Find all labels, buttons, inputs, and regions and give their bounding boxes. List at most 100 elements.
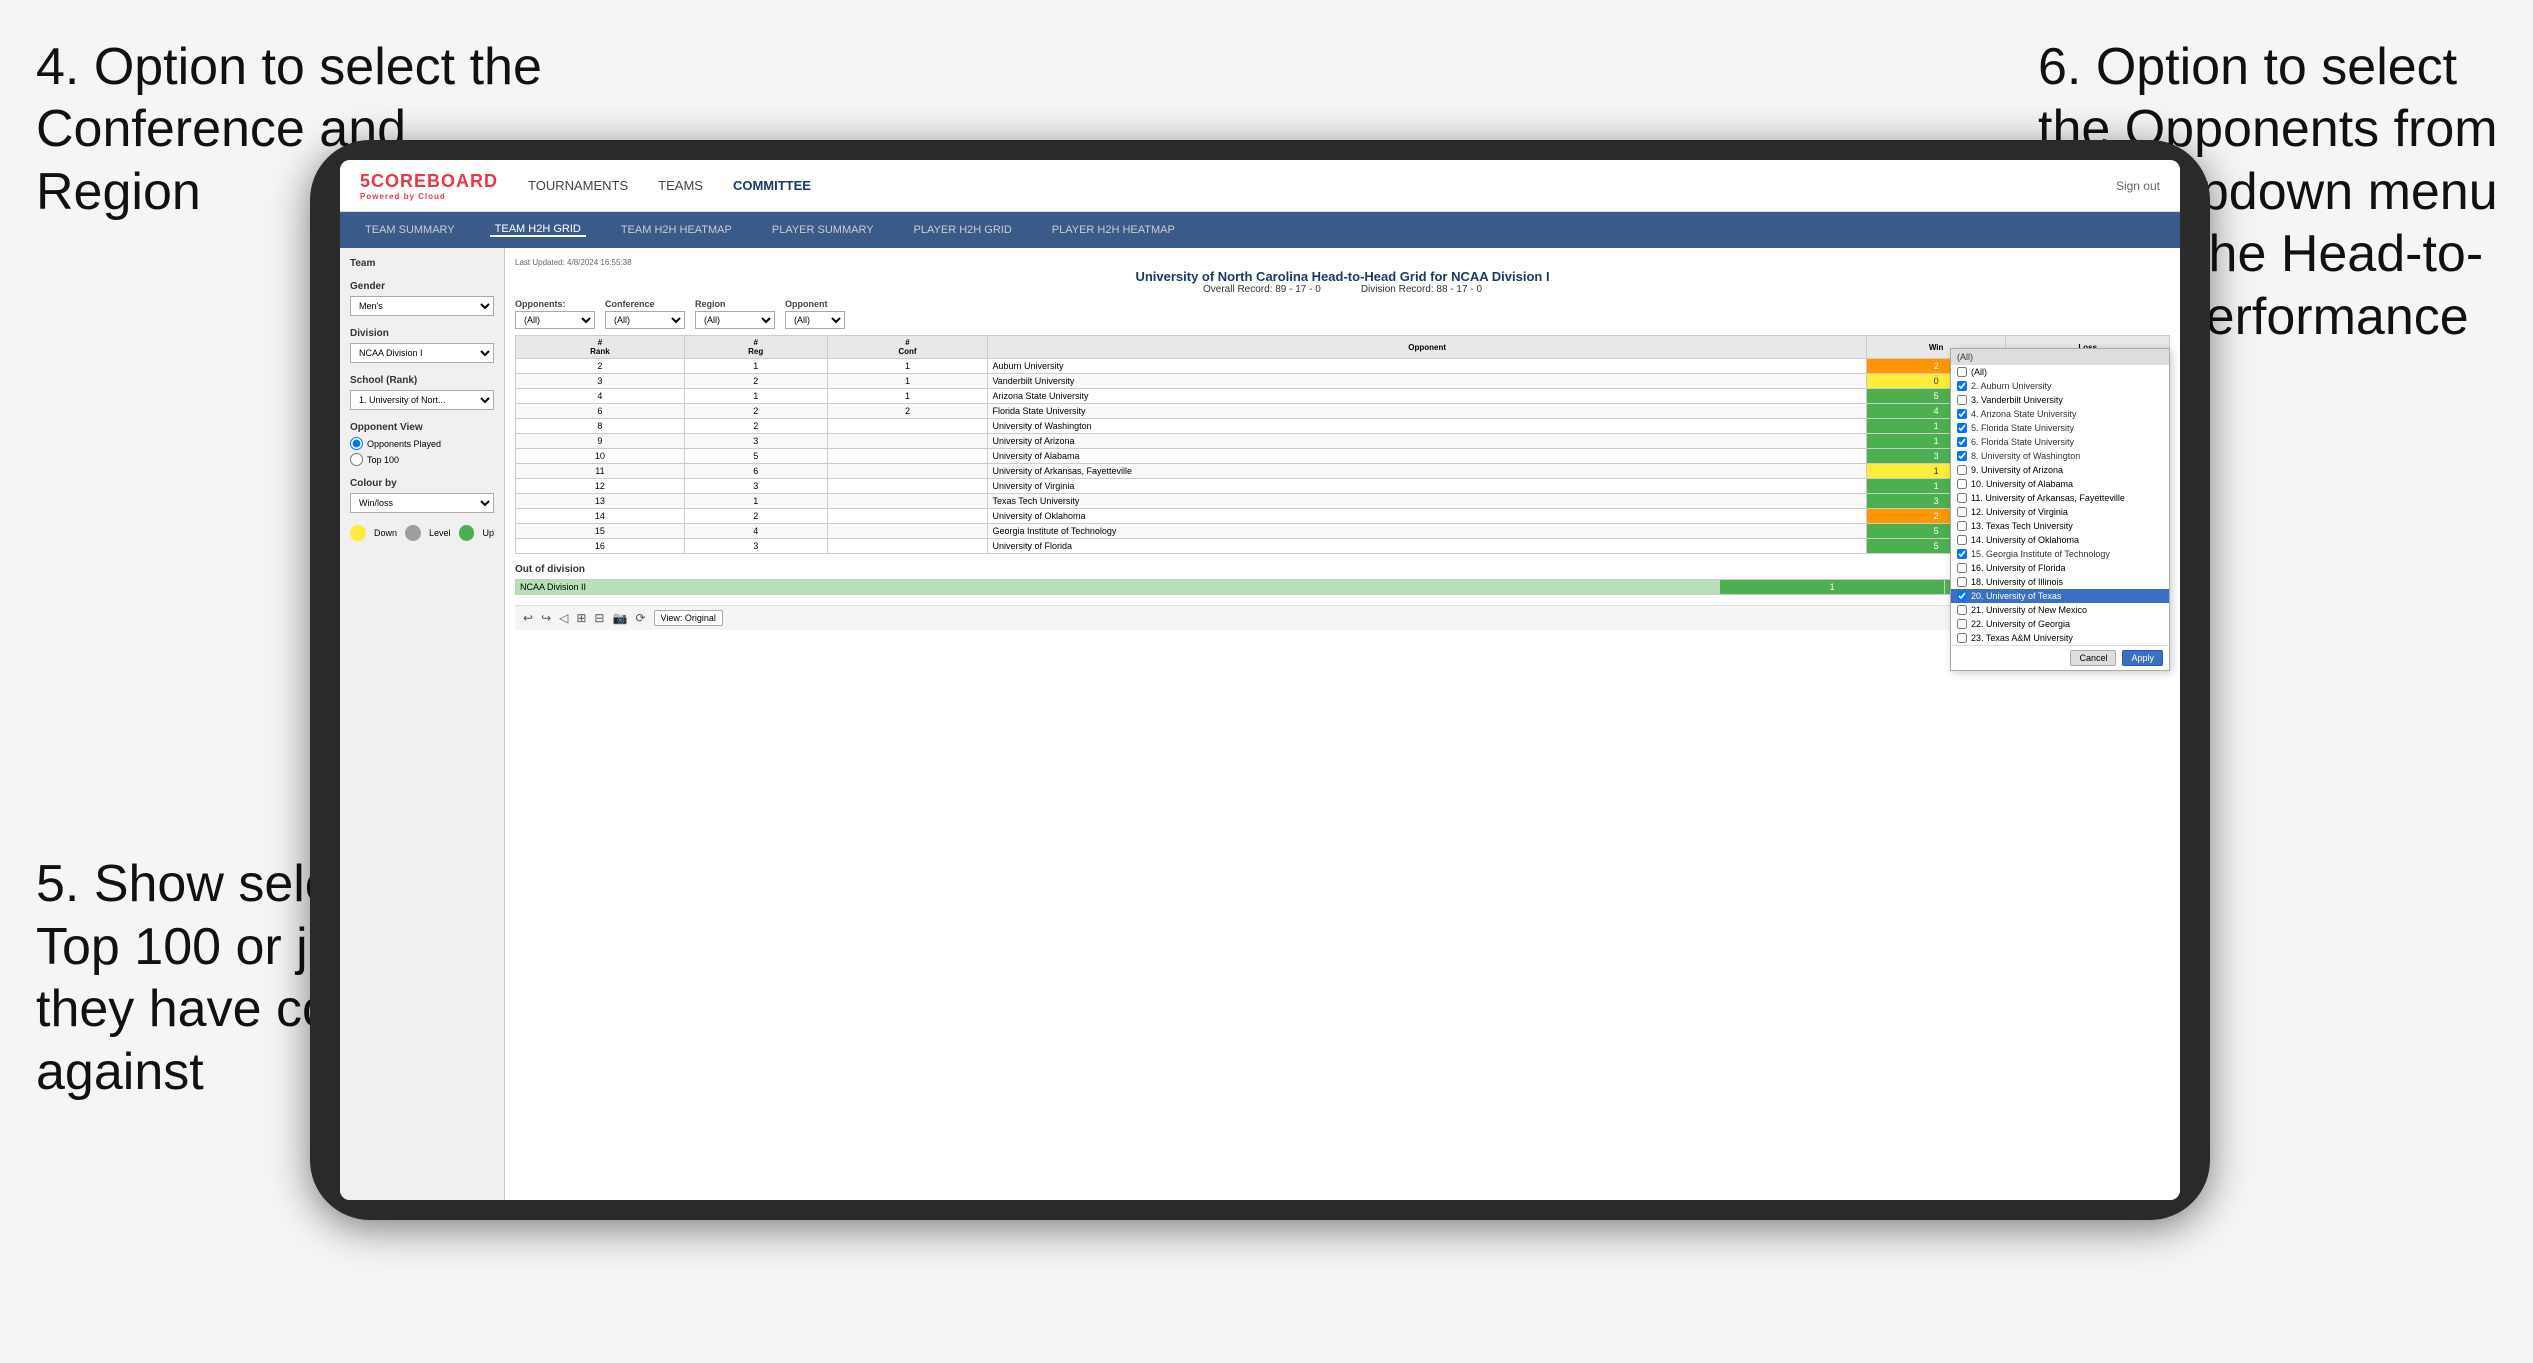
view-original-button[interactable]: View: Original bbox=[654, 610, 723, 626]
gender-select[interactable]: Men's bbox=[350, 296, 494, 316]
cell-reg: 2 bbox=[684, 404, 827, 419]
col-reg: #Reg bbox=[684, 336, 827, 359]
opponents-played-radio[interactable]: Opponents Played bbox=[350, 437, 494, 450]
school-select[interactable]: 1. University of Nort... bbox=[350, 390, 494, 410]
dropdown-item[interactable]: 15. Georgia Institute of Technology bbox=[1951, 547, 2169, 561]
dropdown-item-label: 16. University of Florida bbox=[1971, 563, 2066, 573]
out-of-division-table: NCAA Division II 1 0 bbox=[515, 579, 2170, 595]
cell-conf bbox=[827, 449, 988, 464]
refresh-icon[interactable]: ⟳ bbox=[635, 611, 645, 625]
conference-filter-select[interactable]: (All) bbox=[605, 311, 685, 329]
cell-opponent: University of Washington bbox=[988, 419, 1866, 434]
dropdown-item[interactable]: 13. Texas Tech University bbox=[1951, 519, 2169, 533]
app-header: 5COREBOARD Powered by Cloud TOURNAMENTS … bbox=[340, 160, 2180, 212]
dropdown-item[interactable]: 20. University of Texas bbox=[1951, 589, 2169, 603]
cell-opponent: University of Florida bbox=[988, 539, 1866, 554]
dropdown-item-label: 2. Auburn University bbox=[1971, 381, 2052, 391]
dropdown-item[interactable]: 10. University of Alabama bbox=[1951, 477, 2169, 491]
dropdown-item-label: 9. University of Arizona bbox=[1971, 465, 2063, 475]
opponents-filter: Opponents: (All) bbox=[515, 299, 595, 329]
dropdown-item[interactable]: 11. University of Arkansas, Fayetteville bbox=[1951, 491, 2169, 505]
dropdown-item[interactable]: 18. University of Illinois bbox=[1951, 575, 2169, 589]
nav-teams[interactable]: TEAMS bbox=[658, 173, 703, 198]
dropdown-item-label: 15. Georgia Institute of Technology bbox=[1971, 549, 2110, 559]
dropdown-item-label: 11. University of Arkansas, Fayetteville bbox=[1971, 493, 2125, 503]
sign-out-button[interactable]: Sign out bbox=[2116, 179, 2160, 193]
team-section: Team bbox=[350, 258, 494, 269]
paste-icon[interactable]: ⊟ bbox=[594, 611, 604, 625]
dropdown-item[interactable]: 3. Vanderbilt University bbox=[1951, 393, 2169, 407]
dropdown-item[interactable]: 16. University of Florida bbox=[1951, 561, 2169, 575]
dropdown-item-label: 22. University of Georgia bbox=[1971, 619, 2070, 629]
cell-rank: 12 bbox=[516, 479, 685, 494]
camera-icon[interactable]: 📷 bbox=[612, 611, 627, 625]
conference-filter: Conference (All) bbox=[605, 299, 685, 329]
dropdown-item[interactable]: 9. University of Arizona bbox=[1951, 463, 2169, 477]
tab-team-h2h-heatmap[interactable]: TEAM H2H HEATMAP bbox=[616, 224, 737, 236]
redo-icon[interactable]: ↪ bbox=[541, 611, 551, 625]
col-rank: #Rank bbox=[516, 336, 685, 359]
dropdown-item[interactable]: 8. University of Washington bbox=[1951, 449, 2169, 463]
dropdown-item-label: 18. University of Illinois bbox=[1971, 577, 2063, 587]
back-icon[interactable]: ◁ bbox=[559, 611, 568, 625]
division-label: Division bbox=[350, 328, 494, 339]
division-record: Division Record: 88 - 17 - 0 bbox=[1361, 284, 1482, 295]
dropdown-item[interactable]: 4. Arizona State University bbox=[1951, 407, 2169, 421]
dropdown-item-label: 4. Arizona State University bbox=[1971, 409, 2077, 419]
opponent-filter-select[interactable]: (All) bbox=[785, 311, 845, 329]
cell-rank: 15 bbox=[516, 524, 685, 539]
cell-conf bbox=[827, 464, 988, 479]
cell-rank: 8 bbox=[516, 419, 685, 434]
region-filter-select[interactable]: (All) bbox=[695, 311, 775, 329]
tab-player-h2h-heatmap[interactable]: PLAYER H2H HEATMAP bbox=[1047, 224, 1180, 236]
left-panel: Team Gender Men's Division NCAA Division… bbox=[340, 248, 505, 1200]
grid-records: Overall Record: 89 - 17 - 0 Division Rec… bbox=[515, 284, 2170, 295]
opponent-filter: Opponent (All) bbox=[785, 299, 845, 329]
filter-row: Opponents: (All) Conference (All) Region bbox=[515, 299, 2170, 329]
table-row: 2 1 1 Auburn University 2 1 bbox=[516, 359, 2170, 374]
dropdown-item[interactable]: 12. University of Virginia bbox=[1951, 505, 2169, 519]
cell-reg: 1 bbox=[684, 359, 827, 374]
cell-rank: 11 bbox=[516, 464, 685, 479]
dropdown-item[interactable]: 14. University of Oklahoma bbox=[1951, 533, 2169, 547]
tab-team-summary[interactable]: TEAM SUMMARY bbox=[360, 224, 460, 236]
gender-section: Gender Men's bbox=[350, 281, 494, 316]
top-100-radio[interactable]: Top 100 bbox=[350, 453, 494, 466]
dropdown-item-label: 5. Florida State University bbox=[1971, 423, 2074, 433]
tab-player-summary[interactable]: PLAYER SUMMARY bbox=[767, 224, 879, 236]
team-label: Team bbox=[350, 258, 494, 269]
cancel-button[interactable]: Cancel bbox=[2070, 650, 2116, 666]
dropdown-item-label: (All) bbox=[1971, 367, 1987, 377]
cell-reg: 3 bbox=[684, 434, 827, 449]
dropdown-item[interactable]: 6. Florida State University bbox=[1951, 435, 2169, 449]
colour-by-select[interactable]: Win/loss bbox=[350, 493, 494, 513]
logo-text: 5COREBOARD bbox=[360, 171, 498, 191]
cell-conf bbox=[827, 539, 988, 554]
dropdown-item[interactable]: 5. Florida State University bbox=[1951, 421, 2169, 435]
cell-opponent: Georgia Institute of Technology bbox=[988, 524, 1866, 539]
nav-tournaments[interactable]: TOURNAMENTS bbox=[528, 173, 628, 198]
dropdown-item[interactable]: (All) bbox=[1951, 365, 2169, 379]
undo-icon[interactable]: ↩ bbox=[523, 611, 533, 625]
dropdown-item[interactable]: 2. Auburn University bbox=[1951, 379, 2169, 393]
table-row: 6 2 2 Florida State University 4 2 bbox=[516, 404, 2170, 419]
tab-player-h2h-grid[interactable]: PLAYER H2H GRID bbox=[909, 224, 1017, 236]
tablet-screen: 5COREBOARD Powered by Cloud TOURNAMENTS … bbox=[340, 160, 2180, 1200]
cell-opponent: University of Virginia bbox=[988, 479, 1866, 494]
overall-record: Overall Record: 89 - 17 - 0 bbox=[1203, 284, 1321, 295]
cell-rank: 4 bbox=[516, 389, 685, 404]
right-area: Last Updated: 4/8/2024 16:55:38 Universi… bbox=[505, 248, 2180, 1200]
opponent-dropdown[interactable]: (All) (All)2. Auburn University3. Vander… bbox=[1950, 348, 2170, 671]
division-select[interactable]: NCAA Division I bbox=[350, 343, 494, 363]
apply-button[interactable]: Apply bbox=[2122, 650, 2163, 666]
copy-icon[interactable]: ⊞ bbox=[576, 611, 586, 625]
out-of-division-label: Out of division bbox=[515, 564, 2170, 575]
tab-team-h2h-grid[interactable]: TEAM H2H GRID bbox=[490, 223, 586, 237]
dropdown-item[interactable]: 21. University of New Mexico bbox=[1951, 603, 2169, 617]
dropdown-item[interactable]: 23. Texas A&M University bbox=[1951, 631, 2169, 645]
cell-reg: 1 bbox=[684, 389, 827, 404]
opponents-filter-select[interactable]: (All) bbox=[515, 311, 595, 329]
nav-committee[interactable]: COMMITTEE bbox=[733, 173, 811, 198]
dropdown-item[interactable]: 22. University of Georgia bbox=[1951, 617, 2169, 631]
division-section: Division NCAA Division I bbox=[350, 328, 494, 363]
